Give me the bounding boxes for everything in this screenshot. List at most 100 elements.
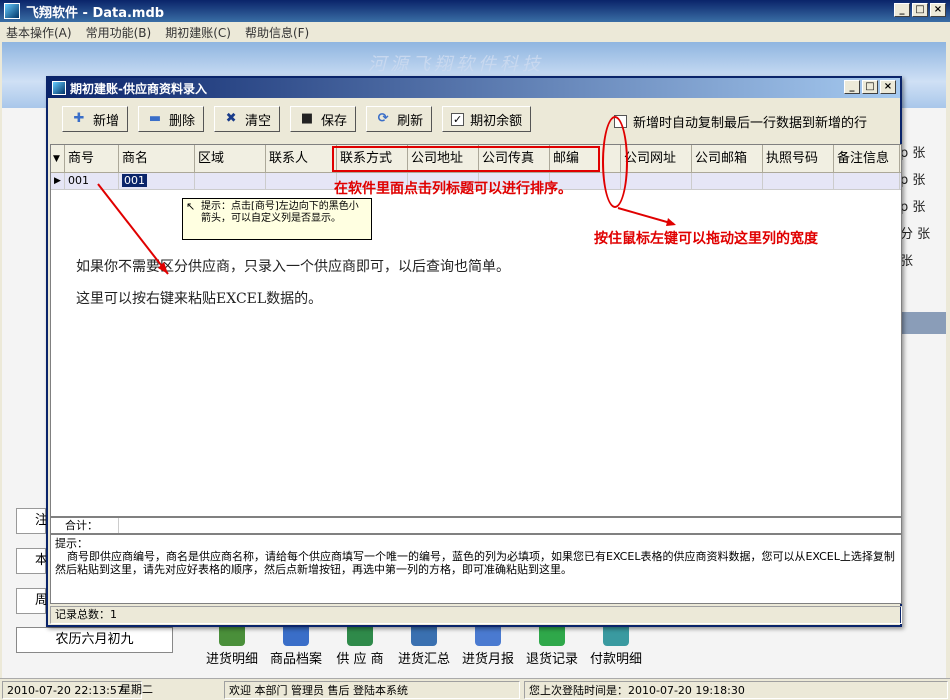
selected-cell-text: 001 bbox=[122, 174, 147, 187]
column-header[interactable]: 联系人 bbox=[266, 145, 337, 172]
help-line: 这里可以按右键来粘贴EXCEL数据的。 bbox=[76, 291, 323, 307]
cell-remarks[interactable] bbox=[834, 173, 900, 189]
shortcut-label: 商品档案 bbox=[269, 652, 322, 667]
app-icon bbox=[4, 3, 20, 19]
column-header[interactable]: 商号 bbox=[65, 145, 119, 172]
shortcut-purchase-monthly[interactable]: 进货月报 bbox=[456, 622, 520, 667]
dialog-maximize-button[interactable]: □ bbox=[862, 80, 878, 94]
column-header[interactable]: 区域 bbox=[195, 145, 266, 172]
dialog-title-bar: 期初建账-供应商资料录入 _ □ × bbox=[48, 78, 900, 98]
tooltip-text: 提示：点击[商号]左边向下的黑色小箭头，可以自定义列是否显示。 bbox=[201, 201, 359, 224]
help-line: 如果你不需要区分供应商，只录入一个供应商即可，以后查询也简单。 bbox=[76, 259, 510, 275]
cell-supplier-code[interactable]: 001 bbox=[65, 173, 119, 189]
opening-balance-label: 期初余额 bbox=[470, 113, 523, 129]
dialog-icon bbox=[52, 81, 66, 95]
cell-contact[interactable] bbox=[266, 173, 337, 189]
right-side-item: 张 bbox=[900, 254, 914, 269]
column-header[interactable]: 备注信息 bbox=[834, 145, 900, 172]
cell-supplier-name[interactable]: 001 bbox=[119, 173, 195, 189]
checkbox-icon: ✓ bbox=[451, 112, 465, 126]
right-side-item: p 张 bbox=[900, 146, 926, 161]
cell-website[interactable] bbox=[621, 173, 692, 189]
lunar-date: 农历六月初九 bbox=[16, 627, 173, 653]
clear-button-label: 清空 bbox=[245, 113, 272, 129]
add-button[interactable]: ✚ 新增 bbox=[62, 106, 129, 132]
right-side-bar bbox=[900, 312, 946, 334]
shortcut-label: 付款明细 bbox=[589, 652, 642, 667]
menu-bar: 基本操作(A) 常用功能(B) 期初建账(C) 帮助信息(F) bbox=[0, 22, 950, 42]
save-button[interactable]: ■ 保存 bbox=[290, 106, 357, 132]
status-weekday: 星期二 bbox=[120, 683, 153, 696]
dialog-close-button[interactable]: × bbox=[880, 80, 896, 94]
refresh-button-label: 刷新 bbox=[397, 113, 424, 129]
sort-annotation: 在软件里面点击列标题可以进行排序。 bbox=[334, 181, 572, 197]
right-side-list: p 张 p 张 p 张 分 张 张 bbox=[900, 140, 946, 275]
auto-copy-option[interactable]: 新增时自动复制最后一行数据到新增的行 bbox=[614, 112, 867, 131]
close-button[interactable]: × bbox=[930, 3, 946, 17]
column-header[interactable]: 商名 bbox=[119, 145, 195, 172]
plus-icon: ✚ bbox=[73, 111, 85, 126]
shortcut-purchase-detail[interactable]: 进货明细 bbox=[200, 622, 264, 667]
shortcut-product-archive[interactable]: 商品档案 bbox=[264, 622, 328, 667]
minimize-button[interactable]: _ bbox=[894, 3, 910, 17]
delete-button[interactable]: ▬ 删除 bbox=[138, 106, 205, 132]
menu-basic-ops[interactable]: 基本操作(A) bbox=[6, 24, 72, 41]
shortcut-supplier[interactable]: 供 应 商 bbox=[328, 622, 392, 667]
column-chooser-tooltip: ↖ 提示：点击[商号]左边向下的黑色小箭头，可以自定义列是否显示。 bbox=[182, 198, 372, 240]
opening-balance-toggle[interactable]: ✓ 期初余额 bbox=[442, 106, 532, 132]
left-boxes: 注 本 周 bbox=[16, 508, 48, 628]
add-button-label: 新增 bbox=[93, 113, 120, 129]
maximize-button[interactable]: □ bbox=[912, 3, 928, 17]
banner-text: 河源飞翔软件科技 bbox=[368, 54, 544, 75]
menu-opening-accounts[interactable]: 期初建账(C) bbox=[165, 24, 231, 41]
left-box[interactable]: 本 bbox=[16, 548, 48, 574]
shortcut-label: 进货月报 bbox=[461, 652, 514, 667]
status-bar: 2010-07-20 22:13:57 星期二 欢迎 本部门 管理员 售后 登陆… bbox=[0, 678, 950, 700]
shortcut-label: 供 应 商 bbox=[336, 652, 384, 667]
minus-icon: ▬ bbox=[148, 111, 162, 126]
column-header[interactable]: 执照号码 bbox=[763, 145, 834, 172]
cell-email[interactable] bbox=[692, 173, 763, 189]
record-count: 记录总数：1 bbox=[50, 606, 902, 624]
menu-common-functions[interactable]: 常用功能(B) bbox=[86, 24, 152, 41]
hint-body: 商号即供应商编号，商名是供应商名称，请给每个供应商填写一个唯一的编号，蓝色的列为… bbox=[55, 550, 895, 576]
cell-region[interactable] bbox=[195, 173, 266, 189]
save-button-label: 保存 bbox=[321, 113, 348, 129]
drag-annotation-ellipse bbox=[602, 116, 628, 208]
shortcut-purchase-summary[interactable]: 进货汇总 bbox=[392, 622, 456, 667]
main-title-bar: 飞翔软件 - Data.mdb _ □ × bbox=[0, 0, 950, 22]
refresh-button[interactable]: ⟳ 刷新 bbox=[366, 106, 433, 132]
left-box[interactable]: 注 bbox=[16, 508, 48, 534]
cursor-arrow-icon: ↖ bbox=[186, 200, 196, 213]
left-box[interactable]: 周 bbox=[16, 588, 48, 614]
right-side-item: p 张 bbox=[900, 173, 926, 188]
delete-button-label: 删除 bbox=[169, 113, 196, 129]
status-last-login: 您上次登陆时间是：2010-07-20 19:18:30 bbox=[524, 681, 948, 699]
sum-label: 合计： bbox=[51, 518, 119, 533]
menu-help[interactable]: 帮助信息(F) bbox=[245, 24, 309, 41]
column-header[interactable]: 公司邮箱 bbox=[692, 145, 763, 172]
shortcut-label: 进货明细 bbox=[205, 652, 258, 667]
dialog-title: 期初建账-供应商资料录入 bbox=[70, 81, 207, 96]
supplier-grid: ▼ 商号 商名 区域 联系人 联系方式 公司地址 公司传真 邮编 公司网址 公司… bbox=[50, 144, 902, 517]
shortcut-return-records[interactable]: 退货记录 bbox=[520, 622, 584, 667]
column-header[interactable]: 公司网址 bbox=[621, 145, 692, 172]
hint-area: 提示： 商号即供应商编号，商名是供应商名称，请给每个供应商填写一个唯一的编号，蓝… bbox=[50, 534, 902, 604]
shortcut-payment-detail[interactable]: 付款明细 bbox=[584, 622, 648, 667]
supplier-entry-dialog: 期初建账-供应商资料录入 _ □ × ✚ 新增 ▬ 删除 ✖ 清空 ■ 保存 ⟳… bbox=[46, 76, 902, 627]
sort-annotation-box bbox=[332, 146, 600, 172]
hint-title: 提示： bbox=[55, 537, 88, 550]
clear-icon: ✖ bbox=[225, 111, 237, 126]
drag-annotation: 按住鼠标左键可以拖动这里列的宽度 bbox=[594, 231, 818, 247]
clear-button[interactable]: ✖ 清空 bbox=[214, 106, 281, 132]
auto-copy-label: 新增时自动复制最后一行数据到新增的行 bbox=[633, 116, 868, 131]
main-window-title: 飞翔软件 - Data.mdb bbox=[26, 5, 165, 21]
status-welcome: 欢迎 本部门 管理员 售后 登陆本系统 bbox=[224, 681, 520, 699]
cell-license[interactable] bbox=[763, 173, 834, 189]
refresh-icon: ⟳ bbox=[377, 111, 389, 126]
save-icon: ■ bbox=[300, 111, 314, 126]
shortcut-label: 退货记录 bbox=[525, 652, 578, 667]
column-chooser-arrow-icon[interactable]: ▼ bbox=[51, 145, 65, 172]
dialog-minimize-button[interactable]: _ bbox=[844, 80, 860, 94]
shortcut-label: 进货汇总 bbox=[397, 652, 450, 667]
